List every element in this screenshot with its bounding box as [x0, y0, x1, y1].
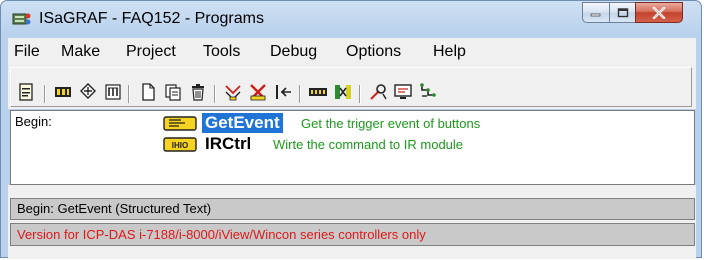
status-area	[8, 185, 696, 259]
monitor-icon	[394, 84, 412, 99]
properties-button[interactable]	[16, 82, 36, 102]
library-button[interactable]	[103, 82, 123, 102]
window-title: ISaGRAF - FAQ152 - Programs	[39, 10, 264, 27]
maximize-button[interactable]	[609, 2, 636, 23]
io-connection-button[interactable]	[78, 82, 98, 102]
menu-options[interactable]: Options	[346, 43, 401, 61]
structured-text-icon	[163, 116, 197, 131]
menu-project[interactable]: Project	[126, 43, 176, 61]
copy-icon	[165, 84, 181, 101]
debug-icon	[370, 84, 387, 100]
toolbar-separator	[299, 85, 301, 103]
program-name: IRCtrl	[205, 134, 252, 153]
menu-bar: File Make Project Tools Debug Options He…	[8, 38, 696, 65]
compile-button[interactable]	[223, 82, 243, 102]
menu-file[interactable]: File	[14, 43, 40, 61]
toolbar-separator	[44, 85, 46, 103]
menu-tools[interactable]: Tools	[203, 43, 240, 61]
section-label-begin: Begin:	[15, 114, 52, 129]
cross-reference-button[interactable]	[418, 82, 438, 102]
toolbar-separator	[214, 85, 216, 103]
title-bar[interactable]: ISaGRAF - FAQ152 - Programs	[1, 1, 701, 37]
minimize-icon	[590, 13, 601, 16]
toolbar-separator	[128, 85, 130, 103]
verify-icon	[250, 84, 266, 101]
download-button[interactable]	[308, 82, 328, 102]
delete-icon	[192, 84, 204, 101]
dictionary-icon	[55, 87, 71, 97]
io-connection-icon	[80, 83, 96, 99]
minimize-button[interactable]	[582, 2, 610, 23]
link-icon	[335, 85, 351, 99]
menu-debug[interactable]: Debug	[270, 43, 317, 61]
program-list: Begin: GetEvent Get the trigger event of…	[10, 110, 695, 185]
simulate-button[interactable]	[273, 82, 293, 102]
main-window: ISaGRAF - FAQ152 - Programs File Make Pr…	[0, 0, 702, 259]
delete-button[interactable]	[188, 82, 208, 102]
status-bar: Begin: GetEvent (Structured Text)	[10, 198, 695, 220]
program-item-irctrl[interactable]: IHIO IRCtrl Wirte the command to IR modu…	[163, 134, 563, 154]
isagraf-app-icon	[12, 13, 31, 25]
close-button[interactable]	[635, 2, 683, 23]
library-icon	[105, 84, 121, 100]
dictionary-button[interactable]	[53, 82, 73, 102]
link-button[interactable]	[333, 82, 353, 102]
program-item-getevent[interactable]: GetEvent Get the trigger event of button…	[163, 113, 563, 133]
version-warning: Version for ICP-DAS i-7188/i-8000/iView/…	[10, 223, 695, 246]
cross-reference-icon	[420, 83, 436, 97]
program-description: Wirte the command to IR module	[273, 137, 464, 152]
maximize-icon	[617, 7, 628, 17]
menu-make[interactable]: Make	[61, 43, 100, 61]
simulate-icon	[276, 85, 291, 99]
program-name: GetEvent	[202, 113, 283, 133]
verify-button[interactable]	[248, 82, 268, 102]
compile-icon	[225, 85, 241, 101]
new-program-icon	[142, 83, 155, 101]
ihio-program-icon: IHIO	[163, 137, 197, 152]
copy-button[interactable]	[163, 82, 183, 102]
properties-icon	[19, 83, 33, 101]
download-icon	[309, 88, 327, 96]
debug-button[interactable]	[368, 82, 388, 102]
new-program-button[interactable]	[138, 82, 158, 102]
menu-help[interactable]: Help	[433, 43, 466, 61]
toolbar-separator	[359, 85, 361, 103]
monitor-button[interactable]	[393, 82, 413, 102]
close-icon	[652, 6, 666, 19]
program-description: Get the trigger event of buttons	[301, 116, 481, 131]
ihio-icon-label: IHIO	[172, 141, 188, 150]
